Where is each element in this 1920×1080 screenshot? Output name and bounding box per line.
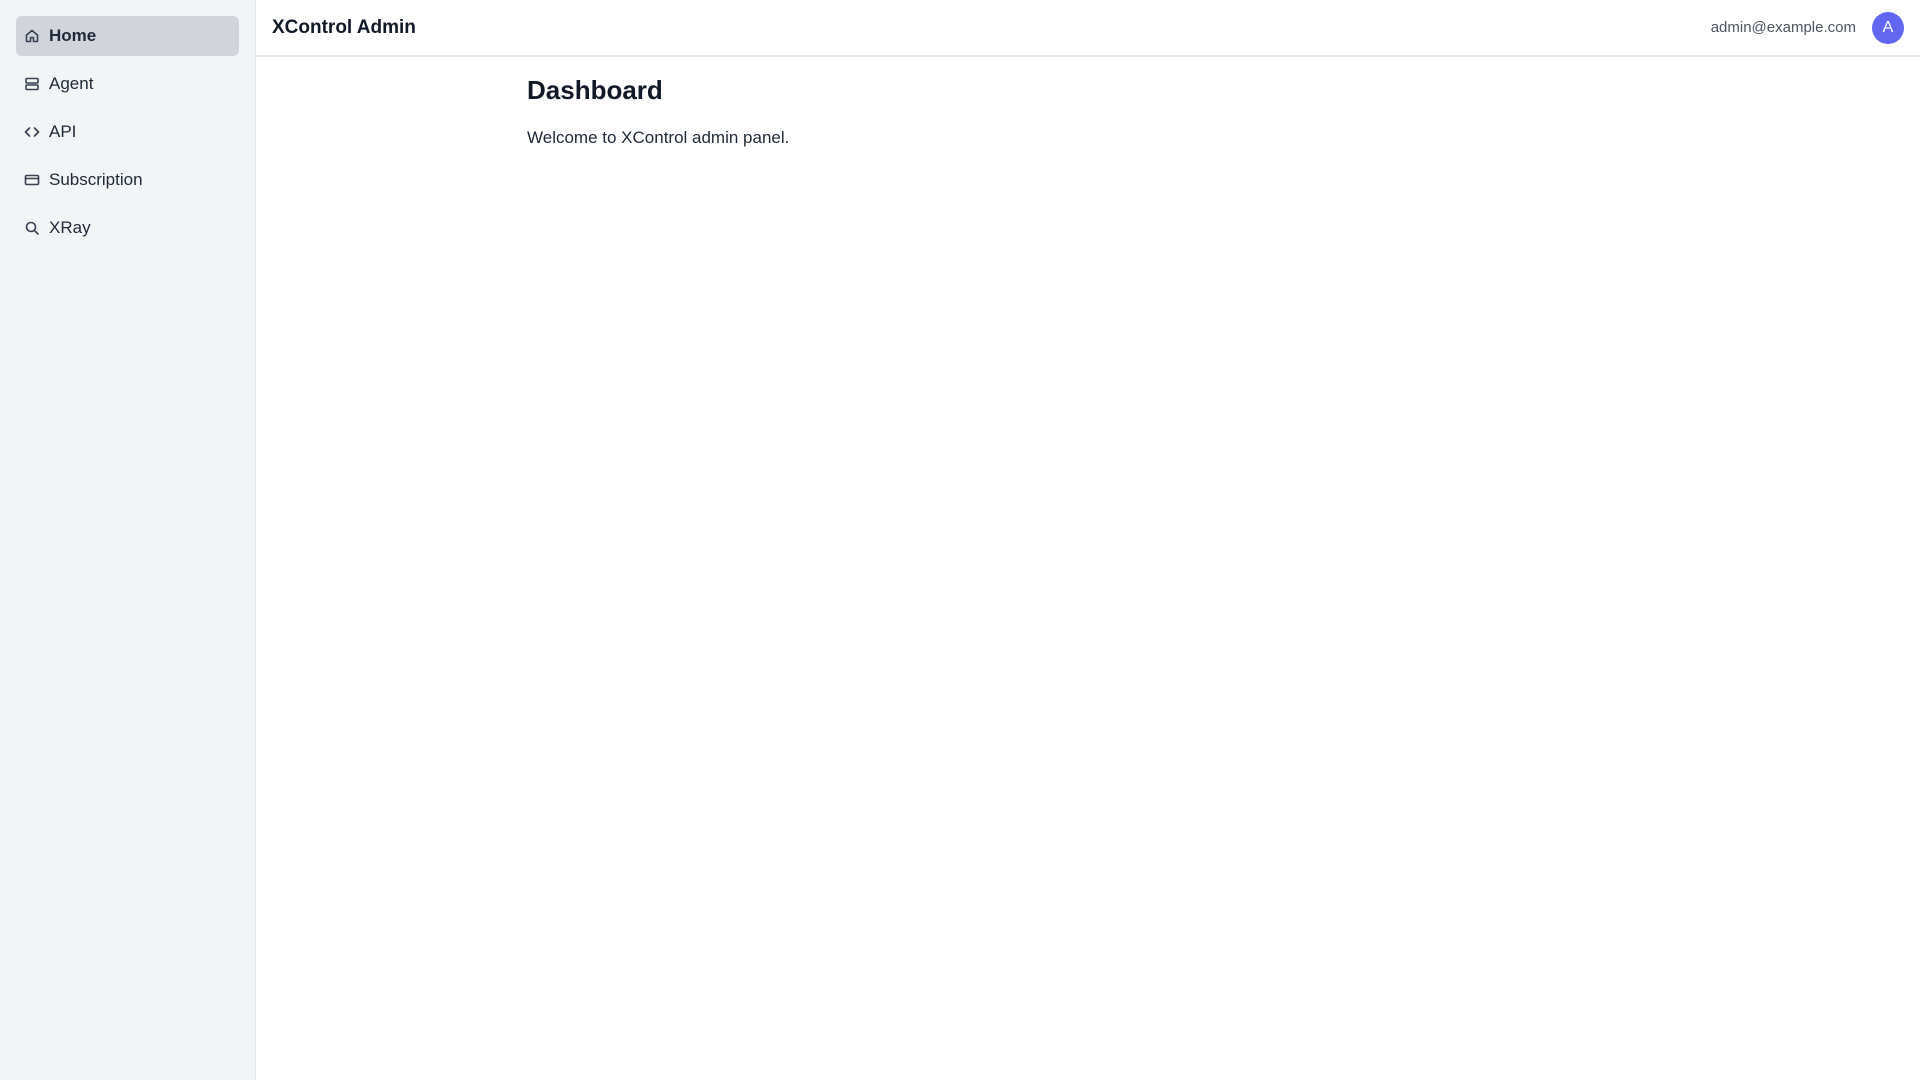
search-icon [24, 220, 40, 236]
home-icon [24, 28, 40, 44]
user-email: admin@example.com [1710, 19, 1856, 36]
app-root: Home Agent API Subscription XRay XContro… [0, 0, 1920, 1080]
sidebar-item-xray[interactable]: XRay [16, 208, 239, 248]
welcome-text: Welcome to XControl admin panel. [527, 128, 790, 148]
top-header: XControl Admin admin@example.com A [256, 0, 1920, 57]
user-menu: admin@example.com A [1710, 11, 1904, 44]
page-content: Dashboard Welcome to XControl admin pane… [256, 57, 1920, 148]
sidebar: Home Agent API Subscription XRay [0, 0, 256, 1080]
sidebar-item-label: Agent [49, 74, 94, 93]
code-icon [24, 124, 40, 140]
sidebar-item-home[interactable]: Home [16, 16, 239, 56]
sidebar-item-subscription[interactable]: Subscription [16, 160, 239, 200]
main-area: XControl Admin admin@example.com A Dashb… [256, 0, 1920, 1080]
app-title: XControl Admin [272, 16, 416, 38]
sidebar-item-agent[interactable]: Agent [16, 64, 239, 104]
page-title: Dashboard [527, 75, 663, 105]
sidebar-item-api[interactable]: API [16, 112, 239, 152]
server-icon [24, 76, 40, 92]
sidebar-nav: Home Agent API Subscription XRay [16, 16, 239, 248]
sidebar-item-label: XRay [49, 218, 91, 237]
credit-card-icon [24, 172, 40, 188]
sidebar-item-label: Subscription [49, 170, 143, 189]
avatar[interactable]: A [1872, 11, 1904, 44]
sidebar-item-label: Home [49, 26, 97, 45]
sidebar-item-label: API [49, 122, 77, 141]
